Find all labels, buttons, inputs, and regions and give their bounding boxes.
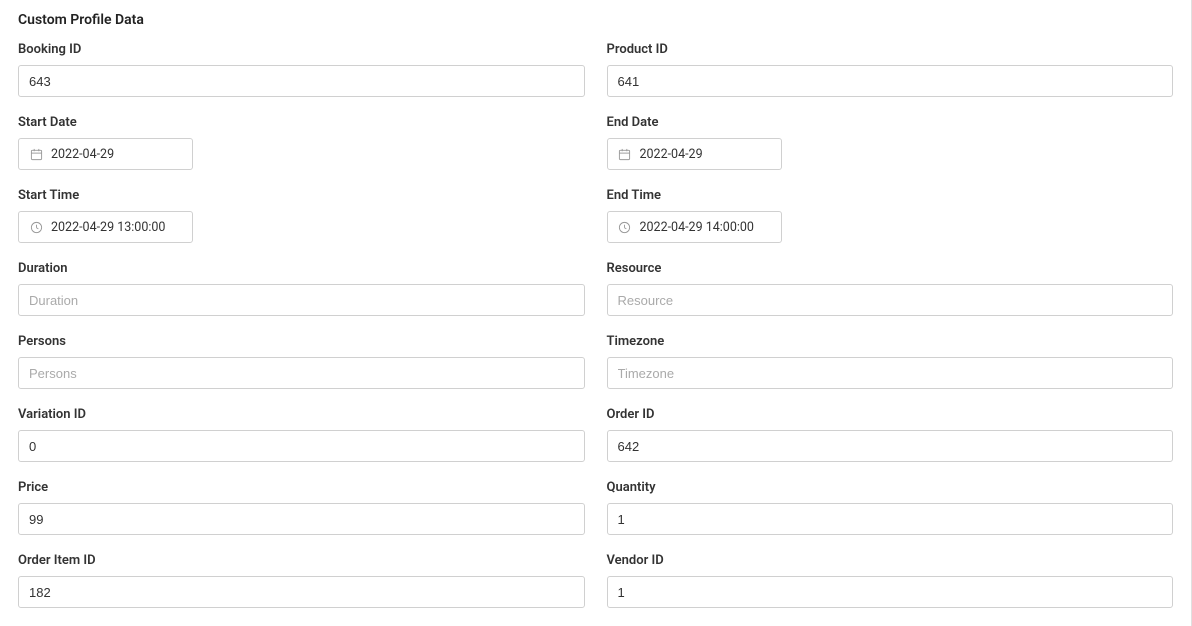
input-resource[interactable] <box>607 284 1174 316</box>
label-variation-id: Variation ID <box>18 407 585 422</box>
input-booking-id[interactable] <box>18 65 585 97</box>
field-resource: Resource <box>607 261 1174 316</box>
input-start-date[interactable]: 2022-04-29 <box>18 138 193 170</box>
label-quantity: Quantity <box>607 480 1174 495</box>
field-timezone: Timezone <box>607 334 1174 389</box>
input-end-date[interactable]: 2022-04-29 <box>607 138 782 170</box>
label-resource: Resource <box>607 261 1174 276</box>
clock-icon <box>618 220 632 234</box>
label-end-date: End Date <box>607 115 1174 130</box>
field-vendor-id: Vendor ID <box>607 553 1174 608</box>
clock-icon <box>29 220 43 234</box>
input-order-item-id[interactable] <box>18 576 585 608</box>
field-quantity: Quantity <box>607 480 1174 535</box>
field-end-time: End Time 2022-04-29 14:00:00 <box>607 188 1174 243</box>
form-grid: Booking ID Product ID Start Date 20 <box>18 42 1173 608</box>
field-end-date: End Date 2022-04-29 <box>607 115 1174 170</box>
input-start-time[interactable]: 2022-04-29 13:00:00 <box>18 211 193 243</box>
field-duration: Duration <box>18 261 585 316</box>
label-duration: Duration <box>18 261 585 276</box>
field-order-item-id: Order Item ID <box>18 553 585 608</box>
label-timezone: Timezone <box>607 334 1174 349</box>
input-variation-id[interactable] <box>18 430 585 462</box>
field-variation-id: Variation ID <box>18 407 585 462</box>
field-product-id: Product ID <box>607 42 1174 97</box>
label-order-item-id: Order Item ID <box>18 553 585 568</box>
input-persons[interactable] <box>18 357 585 389</box>
end-time-value: 2022-04-29 14:00:00 <box>640 220 754 235</box>
label-start-date: Start Date <box>18 115 585 130</box>
field-start-time: Start Time 2022-04-29 13:00:00 <box>18 188 585 243</box>
start-date-value: 2022-04-29 <box>51 147 114 162</box>
section-title: Custom Profile Data <box>18 12 1173 28</box>
field-persons: Persons <box>18 334 585 389</box>
field-order-id: Order ID <box>607 407 1174 462</box>
label-persons: Persons <box>18 334 585 349</box>
field-booking-id: Booking ID <box>18 42 585 97</box>
input-product-id[interactable] <box>607 65 1174 97</box>
start-time-value: 2022-04-29 13:00:00 <box>51 220 165 235</box>
input-order-id[interactable] <box>607 430 1174 462</box>
input-end-time[interactable]: 2022-04-29 14:00:00 <box>607 211 782 243</box>
calendar-icon <box>29 147 43 161</box>
label-vendor-id: Vendor ID <box>607 553 1174 568</box>
calendar-icon <box>618 147 632 161</box>
label-product-id: Product ID <box>607 42 1174 57</box>
field-price: Price <box>18 480 585 535</box>
label-order-id: Order ID <box>607 407 1174 422</box>
custom-profile-data-panel: Custom Profile Data Booking ID Product I… <box>0 0 1192 626</box>
label-booking-id: Booking ID <box>18 42 585 57</box>
input-timezone[interactable] <box>607 357 1174 389</box>
input-price[interactable] <box>18 503 585 535</box>
input-duration[interactable] <box>18 284 585 316</box>
input-vendor-id[interactable] <box>607 576 1174 608</box>
end-date-value: 2022-04-29 <box>640 147 703 162</box>
field-start-date: Start Date 2022-04-29 <box>18 115 585 170</box>
label-end-time: End Time <box>607 188 1174 203</box>
input-quantity[interactable] <box>607 503 1174 535</box>
label-price: Price <box>18 480 585 495</box>
label-start-time: Start Time <box>18 188 585 203</box>
